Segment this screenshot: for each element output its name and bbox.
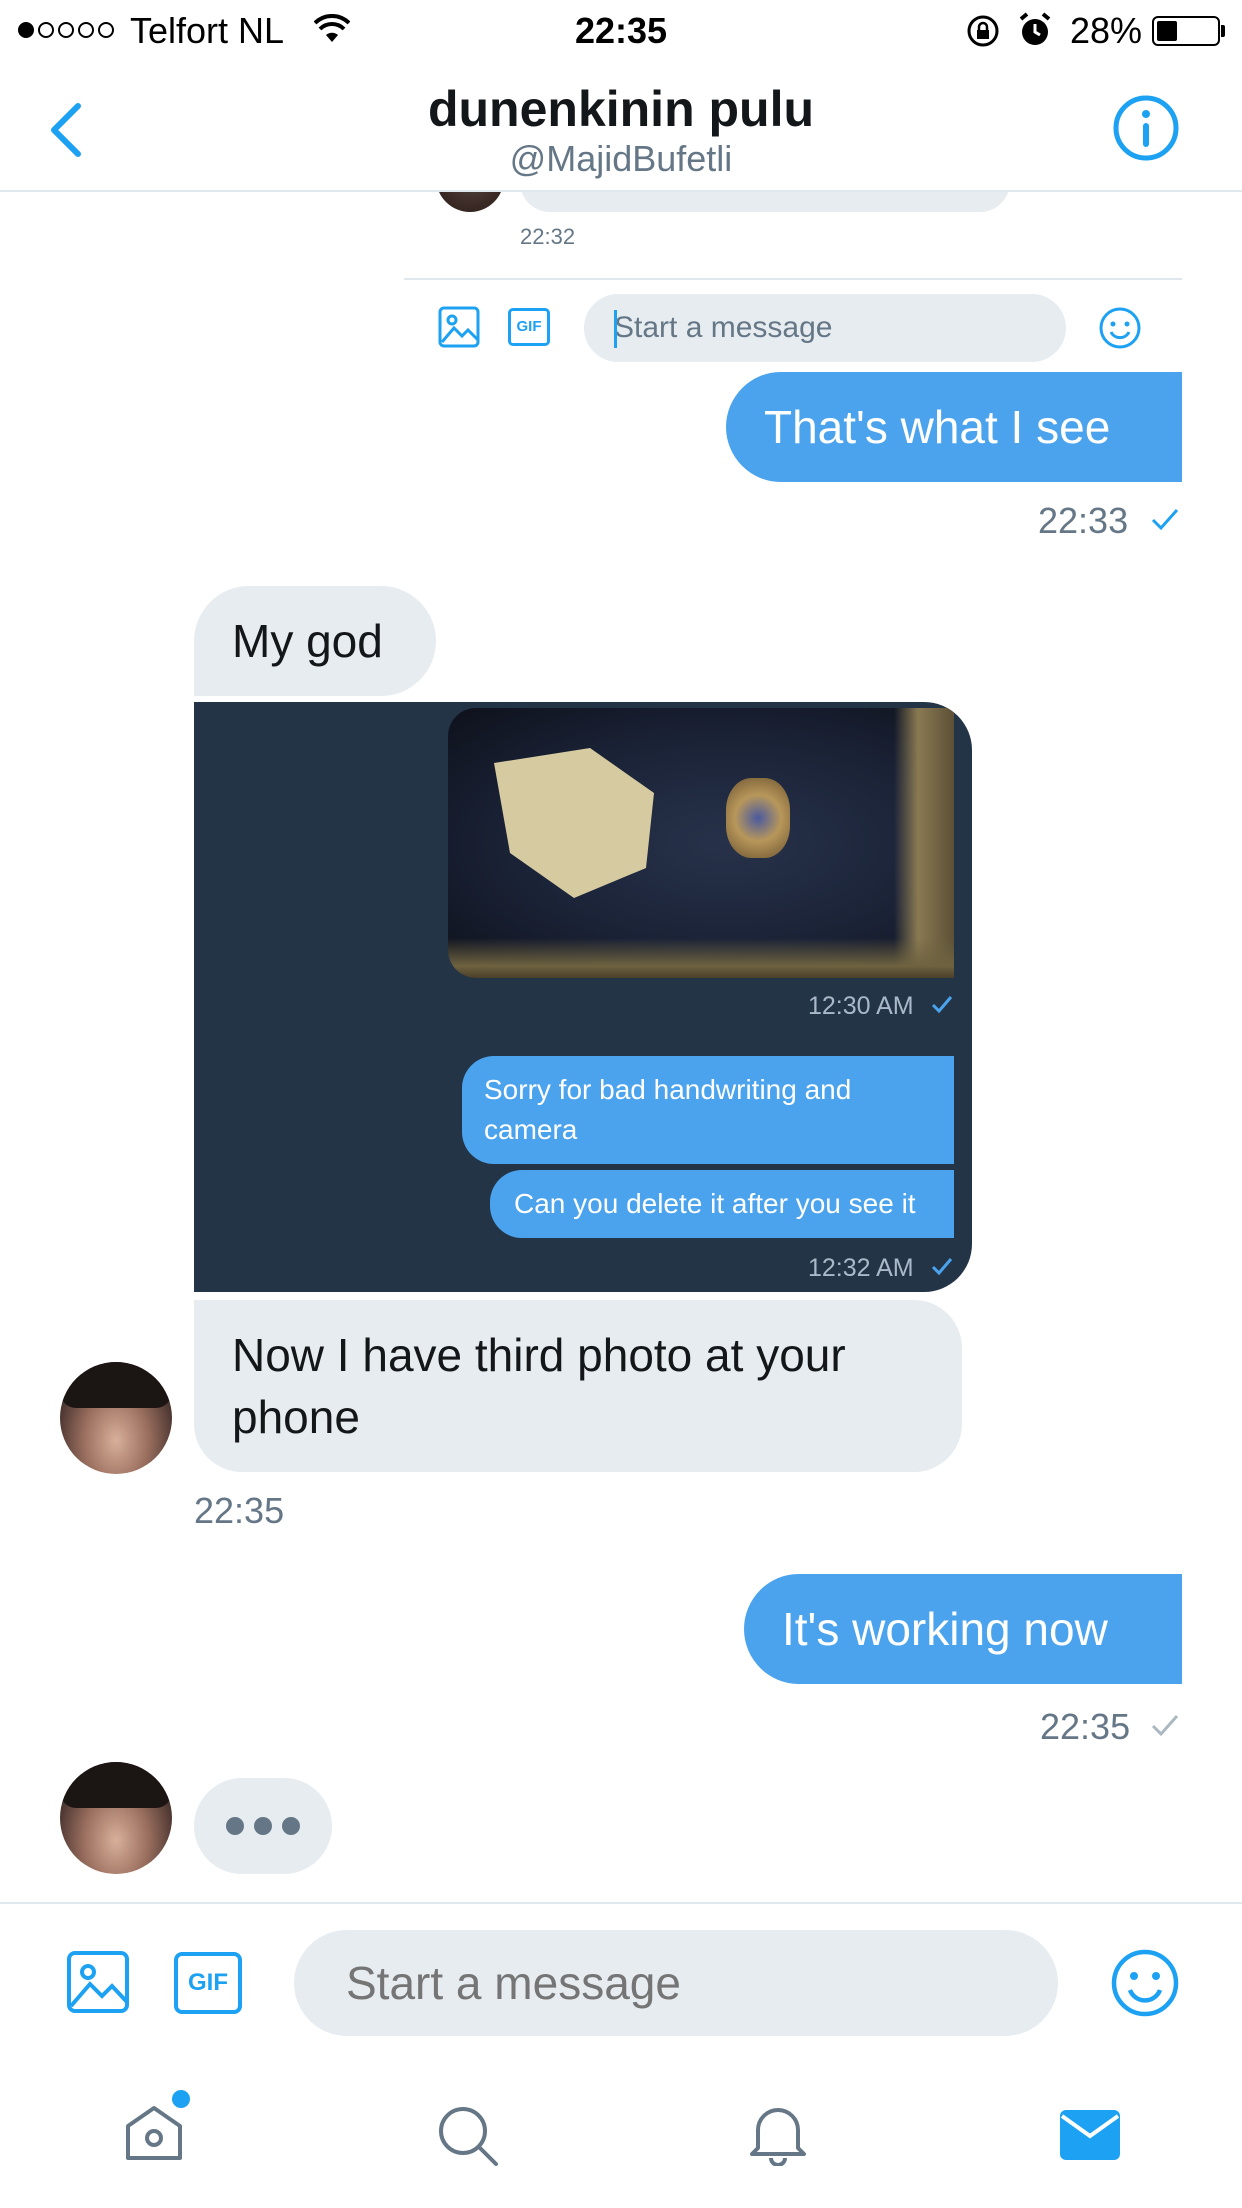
emoji-icon <box>1099 307 1141 349</box>
search-icon[interactable] <box>436 2104 500 2168</box>
battery-tip <box>1221 25 1225 37</box>
image-message[interactable]: 12:30 AM Sorry for bad handwriting and c… <box>194 702 972 1292</box>
battery-percentage: 28% <box>1070 10 1143 51</box>
handwritten-note <box>494 748 654 898</box>
battery-icon <box>1152 16 1220 46</box>
conversation-title: dunenkinin pulu <box>427 81 815 137</box>
embedded-message-input: Start a message <box>584 294 1066 362</box>
typing-indicator <box>194 1778 332 1874</box>
photo-icon <box>438 306 480 348</box>
avatar[interactable] <box>60 1762 172 1874</box>
message-list[interactable]: 22:32 GIF Start a message That's what I … <box>0 192 1242 1902</box>
home-icon[interactable] <box>122 2100 186 2164</box>
message-timestamp: 22:35 <box>194 1490 285 1531</box>
alarm-icon <box>1019 12 1051 45</box>
photo-thumbnail[interactable] <box>448 708 954 978</box>
embedded-message: Sorry for bad handwriting and camera <box>462 1056 954 1164</box>
read-check-icon <box>1151 509 1179 531</box>
embedded-timestamp: 12:30 AM <box>808 992 914 1020</box>
divider <box>404 278 1182 280</box>
sent-check-icon <box>1151 1715 1179 1737</box>
avatar[interactable] <box>60 1362 172 1474</box>
avatar <box>436 192 504 212</box>
notification-dot <box>172 2090 190 2108</box>
text-caret <box>614 310 617 348</box>
gif-button[interactable]: GIF <box>174 1952 242 2014</box>
message-bubble-partial <box>520 192 1010 212</box>
incoming-message[interactable]: Now I have third photo at your phone <box>194 1300 962 1472</box>
embedded-message: Can you delete it after you see it <box>490 1170 954 1238</box>
message-timestamp: 22:33 <box>1038 500 1129 541</box>
info-icon[interactable] <box>1112 94 1180 162</box>
read-check-icon <box>931 1258 953 1276</box>
mail-icon[interactable] <box>1058 2108 1122 2162</box>
rotation-lock-icon <box>967 15 999 47</box>
incoming-message[interactable]: My god <box>194 586 436 696</box>
badge <box>726 778 790 858</box>
gif-icon: GIF <box>508 308 550 346</box>
read-check-icon <box>931 996 953 1014</box>
message-timestamp: 22:32 <box>520 224 576 249</box>
bell-icon[interactable] <box>748 2102 808 2166</box>
photo-edge <box>448 938 954 978</box>
outgoing-message[interactable]: It's working now <box>744 1574 1182 1684</box>
status-time: 22:35 <box>574 10 668 51</box>
message-input[interactable] <box>294 1930 1058 2036</box>
photo-icon[interactable] <box>66 1950 130 2014</box>
embedded-timestamp: 12:32 AM <box>808 1254 914 1282</box>
emoji-icon[interactable] <box>1110 1948 1180 2018</box>
outgoing-message[interactable]: That's what I see <box>726 372 1182 482</box>
conversation-handle: @MajidBufetli <box>509 138 733 179</box>
conversation-header: dunenkinin pulu @MajidBufetli <box>0 62 1242 192</box>
message-timestamp: 22:35 <box>1040 1706 1131 1747</box>
